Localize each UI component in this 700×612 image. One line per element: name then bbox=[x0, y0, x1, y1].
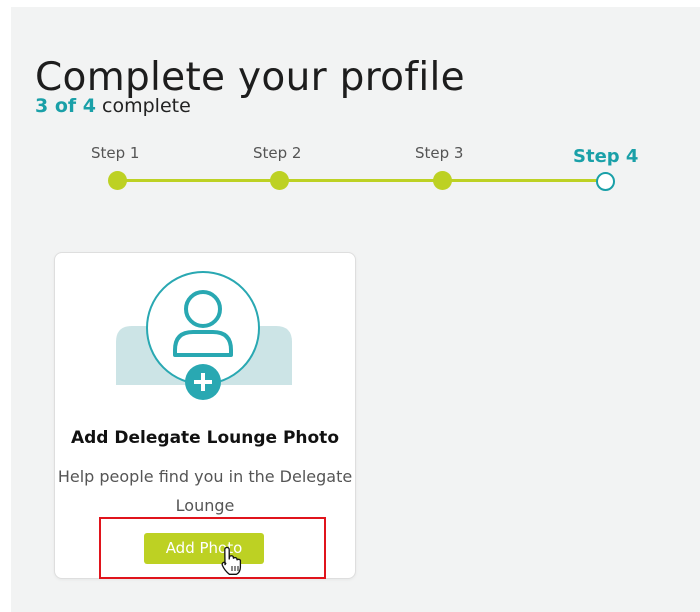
step-3-label: Step 3 bbox=[415, 144, 464, 162]
page-title: Complete your profile bbox=[35, 55, 465, 101]
hand-pointer-icon bbox=[221, 546, 242, 575]
card-description: Help people find you in the Delegate Lou… bbox=[57, 467, 353, 515]
step-4-dot bbox=[596, 172, 615, 191]
stepper-track bbox=[117, 179, 605, 182]
highlight-outline bbox=[99, 517, 326, 579]
step-3-dot[interactable] bbox=[433, 171, 452, 190]
step-1-label: Step 1 bbox=[91, 144, 140, 162]
user-avatar-icon bbox=[116, 271, 292, 400]
step-4-label: Step 4 bbox=[573, 146, 639, 167]
step-1-dot[interactable] bbox=[108, 171, 127, 190]
step-2-dot[interactable] bbox=[270, 171, 289, 190]
progress-suffix: complete bbox=[102, 95, 191, 117]
plus-icon[interactable] bbox=[185, 364, 221, 400]
card-title: Add Delegate Lounge Photo bbox=[70, 428, 339, 448]
progress-count: 3 of 4 bbox=[35, 95, 96, 117]
progress-summary: 3 of 4 complete bbox=[35, 95, 191, 117]
step-2-label: Step 2 bbox=[253, 144, 302, 162]
